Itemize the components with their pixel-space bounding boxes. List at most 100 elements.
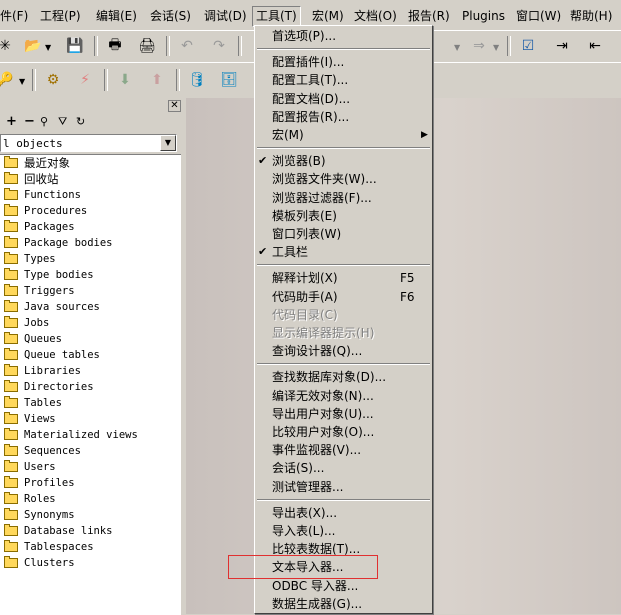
tree-item[interactable]: Queue tables (0, 347, 181, 363)
object-filter-select[interactable]: l objects ▼ (0, 134, 177, 152)
menu-item[interactable]: 配置工具(T)... (255, 71, 432, 89)
tree-item[interactable]: Functions (0, 187, 181, 203)
tree-item[interactable]: Profiles (0, 475, 181, 491)
menu-item[interactable]: 首选项(P)... (255, 27, 432, 45)
menu-4[interactable]: 调试(D) (204, 8, 247, 24)
tree-item[interactable]: Java sources (0, 299, 181, 315)
menu-item[interactable]: 查找数据库对象(D)... (255, 368, 432, 386)
tree-item[interactable]: Database links (0, 523, 181, 539)
logon-dropdown-icon[interactable]: ▼ (19, 77, 25, 86)
checklist-icon[interactable]: ☑ (517, 35, 539, 57)
tree-item[interactable]: Synonyms (0, 507, 181, 523)
rollback-icon[interactable]: ⬆ (146, 69, 168, 91)
tree-item[interactable]: Jobs (0, 315, 181, 331)
menu-item[interactable]: 测试管理器... (255, 478, 432, 496)
menu-5[interactable]: 工具(T) (252, 6, 301, 27)
menu-item[interactable]: 配置插件(I)... (255, 53, 432, 71)
menu-item[interactable]: 宏(M) ▶ (255, 126, 432, 144)
menu-item[interactable]: 代码助手(A) F6 (255, 288, 432, 306)
menu-item[interactable]: 模板列表(E) (255, 207, 432, 225)
menu-item[interactable]: 配置文档(D)... (255, 90, 432, 108)
folder-icon (4, 268, 18, 280)
tree-item[interactable]: Users (0, 459, 181, 475)
break-icon[interactable]: ⚡ (74, 69, 96, 91)
toolbar-dropdown-icon[interactable]: ▼ (454, 43, 460, 52)
menu-item[interactable]: 数据生成器(G)... (255, 595, 432, 613)
tree-item-label: Sequences (24, 445, 81, 457)
menu-item[interactable]: 窗口列表(W) (255, 225, 432, 243)
gear-icon[interactable]: ⚙ (42, 69, 64, 91)
folder-icon (4, 396, 18, 408)
tree-item[interactable]: Triggers (0, 283, 181, 299)
menu-11[interactable]: 帮助(H) (570, 8, 612, 24)
outdent-icon[interactable]: ⇤ (584, 35, 606, 57)
menu-2[interactable]: 编辑(E) (96, 8, 137, 24)
tree-item[interactable]: Sequences (0, 443, 181, 459)
menu-item[interactable]: 事件监视器(V)... (255, 441, 432, 459)
open-folder-icon[interactable]: 📂 (22, 35, 44, 57)
tree-item[interactable]: Tablespaces (0, 539, 181, 555)
tree-item[interactable]: Clusters (0, 555, 181, 571)
menu-item[interactable]: ODBC 导入器... (255, 577, 432, 595)
menu-item[interactable]: 导入表(L)... (255, 522, 432, 540)
tree-item[interactable]: Package bodies (0, 235, 181, 251)
indent-icon[interactable]: ⇥ (551, 35, 573, 57)
menu-item[interactable]: 浏览器文件夹(W)... (255, 170, 432, 188)
tree-item[interactable]: Types (0, 251, 181, 267)
save-icon[interactable]: 💾 (64, 35, 86, 57)
menu-7[interactable]: 文档(O) (354, 8, 397, 24)
menu-item[interactable]: 会话(S)... (255, 459, 432, 477)
open-dropdown-icon[interactable]: ▼ (45, 43, 51, 52)
tree-item[interactable]: 回收站 (0, 171, 181, 187)
menu-item-label: 配置文档(D)... (272, 91, 351, 106)
filter-icon[interactable]: ⛛ (58, 115, 67, 129)
chevron-down-icon[interactable]: ▼ (160, 135, 176, 151)
tree-item[interactable]: Tables (0, 395, 181, 411)
key-icon[interactable]: 🔑 (0, 69, 16, 91)
tree-item[interactable]: Roles (0, 491, 181, 507)
export-arrow-icon[interactable]: ⇒ (468, 35, 490, 57)
tree-item[interactable]: Views (0, 411, 181, 427)
menu-item[interactable]: 导出表(X)... (255, 504, 432, 522)
menu-item[interactable]: 浏览器过滤器(F)... (255, 189, 432, 207)
new-icon[interactable]: ✳ (0, 35, 16, 57)
menu-6[interactable]: 宏(M) (312, 8, 344, 24)
tree-item[interactable]: Procedures (0, 203, 181, 219)
sql-window-icon[interactable]: 🗄 (218, 69, 240, 91)
print-icon[interactable]: 🖶 (104, 35, 126, 57)
menu-item[interactable]: 解释计划(X) F5 (255, 269, 432, 287)
tree-item-label: Profiles (24, 477, 75, 489)
expand-icon[interactable]: + (6, 114, 17, 129)
menu-item[interactable]: 比较用户对象(O)... (255, 423, 432, 441)
collapse-icon[interactable]: − (24, 114, 35, 129)
undo-icon[interactable]: ↶ (176, 35, 198, 57)
menu-0[interactable]: 件(F) (0, 8, 28, 24)
menu-8[interactable]: 报告(R) (408, 8, 450, 24)
tree-item[interactable]: 最近对象 (0, 155, 181, 171)
menu-10[interactable]: 窗口(W) (516, 8, 561, 24)
menu-item[interactable]: 查询设计器(Q)... (255, 342, 432, 360)
tree-item[interactable]: Materialized views (0, 427, 181, 443)
menu-1[interactable]: 工程(P) (40, 8, 81, 24)
menu-3[interactable]: 会话(S) (150, 8, 191, 24)
tree-item[interactable]: Libraries (0, 363, 181, 379)
object-tree[interactable]: 最近对象 回收站 Functions Procedures Packages Packag… (0, 154, 181, 615)
db-user-icon[interactable]: 🛢 (186, 69, 208, 91)
find-icon[interactable]: ⚲ (40, 115, 48, 128)
redo-icon[interactable]: ↷ (208, 35, 230, 57)
menu-9[interactable]: Plugins (462, 8, 505, 24)
commit-icon[interactable]: ⬇ (114, 69, 136, 91)
menu-item[interactable]: 编译无效对象(N)... (255, 387, 432, 405)
tree-item[interactable]: Type bodies (0, 267, 181, 283)
tree-item[interactable]: Directories (0, 379, 181, 395)
close-icon[interactable]: ✕ (168, 100, 181, 112)
menu-item[interactable]: ✔ 浏览器(B) (255, 152, 432, 170)
export-dropdown-icon[interactable]: ▼ (493, 43, 499, 52)
tree-item[interactable]: Queues (0, 331, 181, 347)
menu-item[interactable]: ✔ 工具栏 (255, 243, 432, 261)
menu-item[interactable]: 配置报告(R)... (255, 108, 432, 126)
refresh-icon[interactable]: ↻ (76, 115, 85, 128)
tree-item[interactable]: Packages (0, 219, 181, 235)
menu-item[interactable]: 导出用户对象(U)... (255, 405, 432, 423)
print-setup-icon[interactable]: 🖨 (136, 35, 158, 57)
